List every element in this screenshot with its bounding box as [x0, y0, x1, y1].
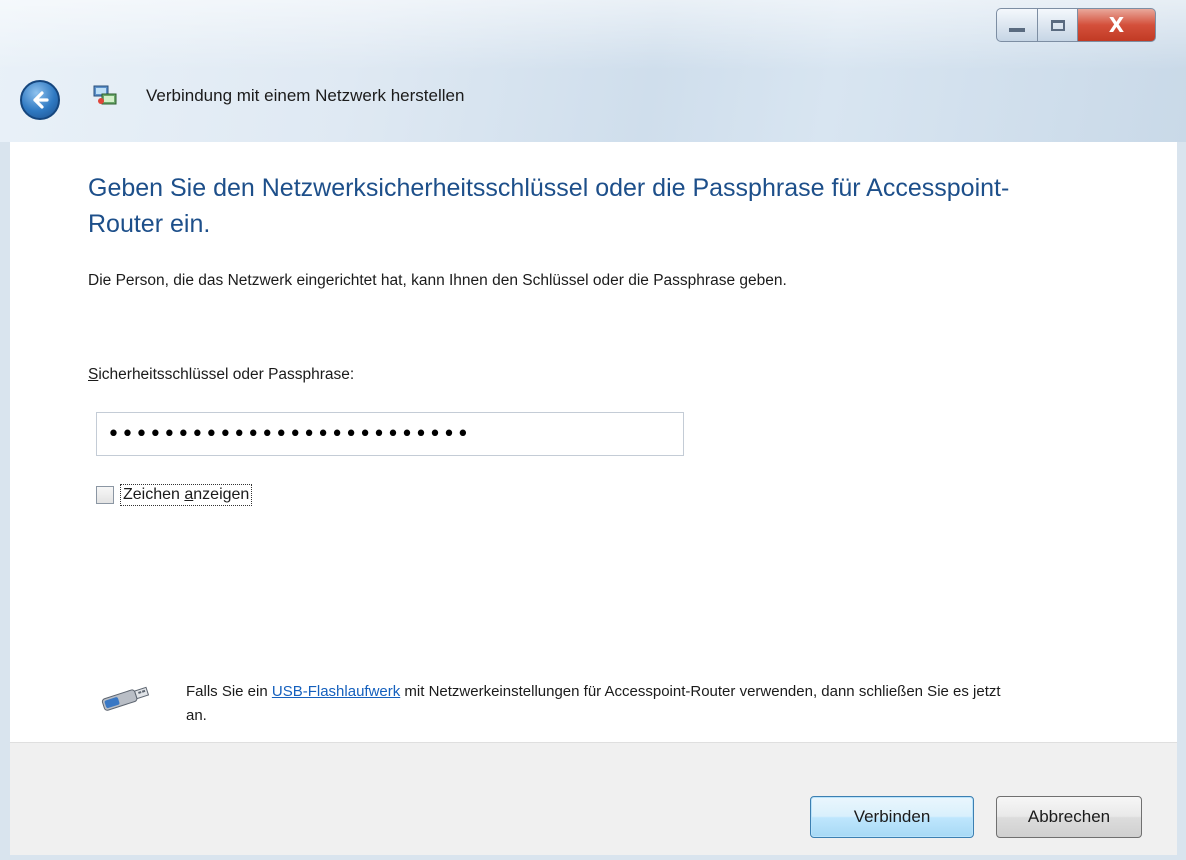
show-characters-checkbox[interactable] — [96, 486, 114, 504]
show-characters-label[interactable]: Zeichen anzeigen — [120, 484, 253, 506]
show-characters-option[interactable]: Zeichen anzeigen — [96, 484, 253, 506]
maximize-icon — [1050, 19, 1065, 31]
cancel-button[interactable]: Abbrechen — [996, 796, 1142, 838]
close-icon: X — [1108, 13, 1125, 37]
show-characters-accesskey: a — [184, 486, 194, 503]
minimize-icon — [1009, 28, 1025, 32]
show-characters-label-part1: Zeichen — [123, 486, 185, 503]
dialog-window: X Verbindung mit einem Netzwerk herstell… — [0, 0, 1186, 860]
usb-hint-text: Falls Sie ein USB-Flashlaufwerk mit Netz… — [186, 680, 1006, 728]
close-button[interactable]: X — [1078, 8, 1156, 42]
window-controls: X — [996, 8, 1156, 44]
password-label-accesskey: S — [88, 366, 99, 383]
window-title: Verbindung mit einem Netzwerk herstellen — [146, 86, 465, 105]
show-characters-label-part3: nzeigen — [193, 486, 250, 503]
usb-flash-drive-link[interactable]: USB-Flashlaufwerk — [272, 683, 400, 700]
back-button[interactable] — [20, 80, 60, 120]
password-label: Sicherheitsschlüssel oder Passphrase: — [88, 366, 354, 384]
usb-flash-drive-icon — [101, 686, 150, 711]
minimize-button[interactable] — [996, 8, 1038, 42]
password-label-text: icherheitsschlüssel oder Passphrase: — [98, 366, 355, 383]
maximize-button[interactable] — [1038, 8, 1078, 42]
page-heading: Geben Sie den Netzwerksicherheitsschlüss… — [88, 174, 1010, 238]
connect-button[interactable]: Verbinden — [810, 796, 974, 838]
usb-hint-prefix: Falls Sie ein — [186, 683, 272, 700]
network-icon — [93, 85, 117, 105]
password-input[interactable] — [96, 412, 684, 456]
back-arrow-icon — [33, 91, 49, 109]
description-text: Die Person, die das Netzwerk eingerichte… — [88, 272, 787, 289]
